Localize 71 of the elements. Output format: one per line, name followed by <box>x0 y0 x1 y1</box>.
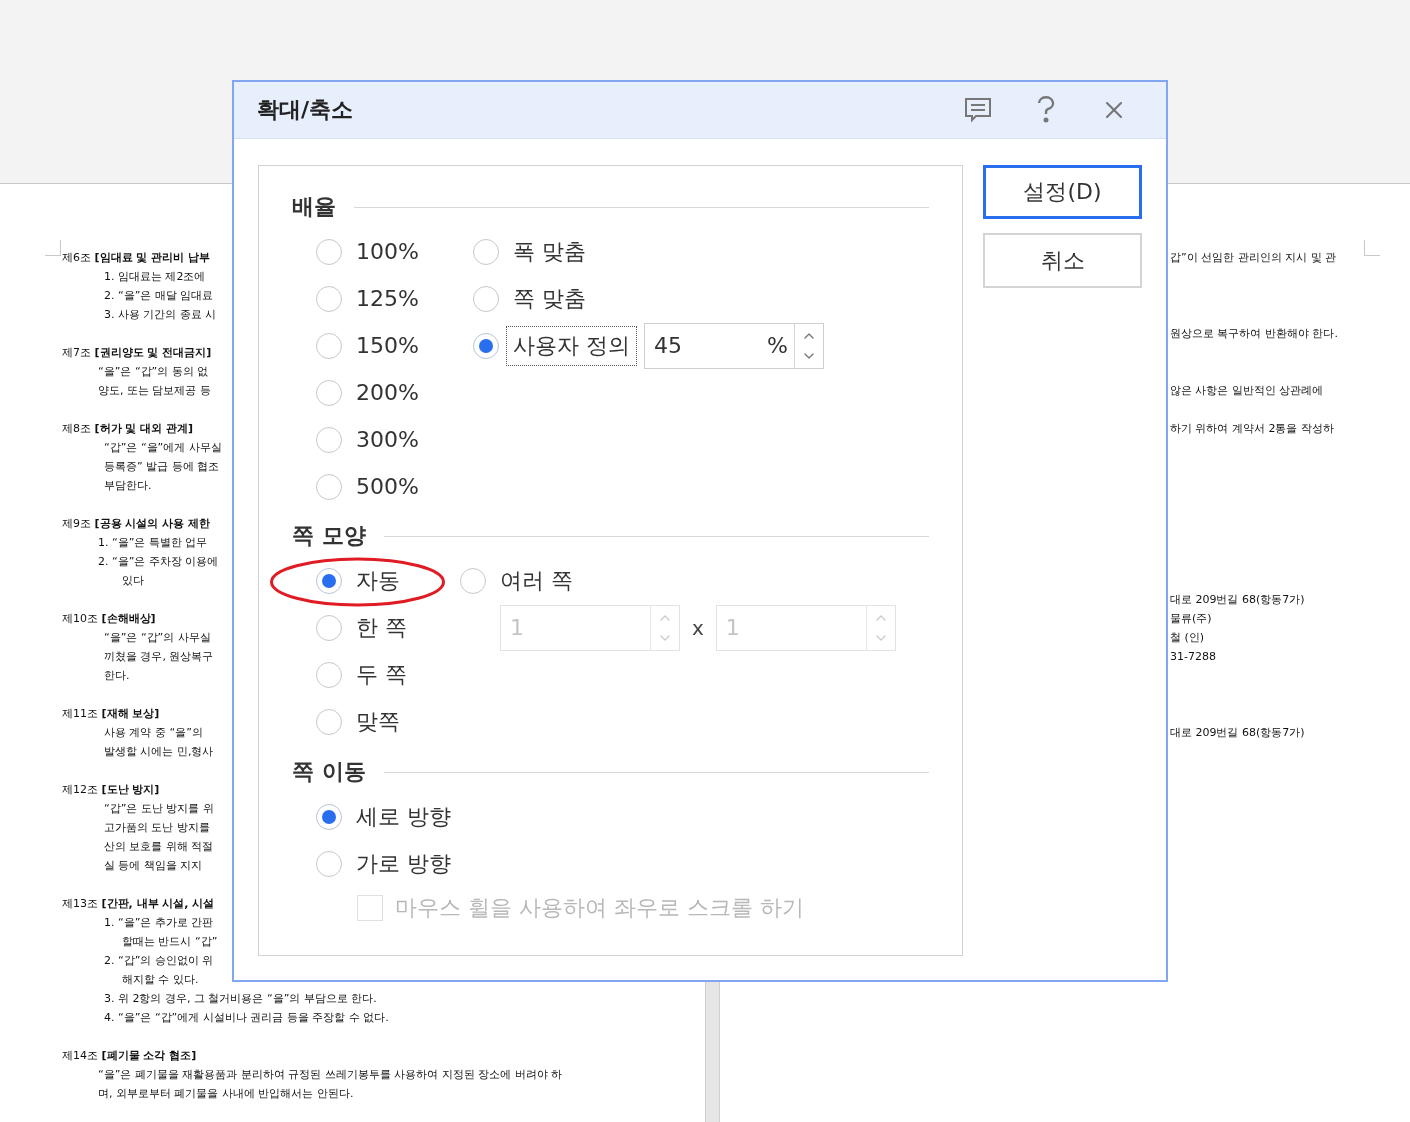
radio-option[interactable]: 500% <box>316 473 419 500</box>
checkbox-label: 마우스 휠을 사용하여 좌우로 스크롤 하기 <box>395 893 804 922</box>
article-heading: 제11조 [재해 보상] <box>62 707 160 720</box>
document-line: 2. “을”은 주차장 이용에 <box>98 555 219 568</box>
document-line: “갑”은 “을”에게 사무실 <box>104 441 222 454</box>
radio-option[interactable]: 125% <box>316 285 419 312</box>
document-line: 물류(주) <box>1170 612 1212 625</box>
document-line: 양도, 또는 담보제공 등 <box>98 384 211 397</box>
number-field[interactable]: 45 % <box>644 322 824 369</box>
document-line: “을”은 “갑”의 사무실 <box>104 631 211 644</box>
article-heading: 제10조 [손해배상] <box>62 612 156 625</box>
document-line: 1. 임대료는 제2조에 <box>104 270 206 283</box>
document-line: “을”은 폐기물을 재활용품과 분리하여 규정된 쓰레기봉투를 사용하여 지정된 장소에 버려야 하 <box>98 1068 563 1081</box>
document-line: 31-7288 <box>1170 650 1216 663</box>
document-line: 하기 위하여 계약서 2통을 작성하 <box>1170 422 1334 435</box>
document-line: “갑”은 도난 방지를 위 <box>104 802 214 815</box>
document-line: 고가품의 도난 방지를 <box>104 821 210 834</box>
radio-option[interactable]: 두 쪽 <box>316 659 407 690</box>
document-line: 등록증” 발급 등에 협조 <box>104 460 220 473</box>
document-line: 해지할 수 있다. <box>122 973 199 986</box>
document-line: 사용 계약 중 “을”의 <box>104 726 203 739</box>
article-heading: 제12조 [도난 방지] <box>62 783 160 796</box>
document-line: 산의 보호를 위해 적절 <box>104 840 214 853</box>
article-heading: 제13조 [간판, 내부 시설, 시설 <box>62 897 215 910</box>
radio-option[interactable]: 폭 맞춤 <box>473 232 592 271</box>
document-line: 며, 외부로부터 폐기물을 사내에 반입해서는 안된다. <box>98 1087 354 1100</box>
radio-option[interactable]: 300% <box>316 426 419 453</box>
document-line: 갑”이 선임한 관리인의 지시 및 관 <box>1170 251 1337 264</box>
radio-option[interactable]: 가로 방향 <box>316 848 451 879</box>
radio-option[interactable]: 쪽 맞춤 <box>473 279 592 318</box>
document-line: 철 (인) <box>1170 631 1205 644</box>
times-sign: x <box>692 615 704 640</box>
corner-mark <box>45 240 61 256</box>
document-line: 1. “을”은 추가로 간판 <box>104 916 214 929</box>
document-line: “을”은 “갑”의 동의 없 <box>98 365 209 378</box>
document-line: 3. 사용 기간의 종료 시 <box>104 308 217 321</box>
document-line: 한다. <box>104 669 130 682</box>
corner-mark <box>1364 240 1380 256</box>
radio-option[interactable]: 200% <box>316 379 419 406</box>
article-heading: 제8조 [허가 및 대외 관계] <box>62 422 194 435</box>
document-line: 않은 사항은 일반적인 상관례에 <box>1170 384 1324 397</box>
document-line: 4. “을”은 “갑”에게 시설비나 권리금 등을 주장할 수 없다. <box>104 1011 389 1024</box>
document-line: 원상으로 복구하여 반환해야 한다. <box>1170 327 1338 340</box>
document-line: 2. “갑”의 승인없이 위 <box>104 954 214 967</box>
article-heading: 제14조 [폐기물 소각 협조] <box>62 1049 197 1062</box>
document-line: 있다 <box>122 574 144 587</box>
radio-option[interactable]: 150% <box>316 332 419 359</box>
document-line: 할때는 반드시 “갑” <box>122 935 218 948</box>
article-heading: 제7조 [권리양도 및 전대금지] <box>62 346 212 359</box>
document-line: 발생할 시에는 민,형사 <box>104 745 214 758</box>
radio-option[interactable]: 한 쪽 <box>316 612 407 643</box>
dialog-title: 확대/축소 <box>257 96 355 124</box>
section-heading: 배율 <box>292 193 336 221</box>
document-line: 끼쳤을 경우, 원상복구 <box>104 650 214 663</box>
section-heading: 쪽 모양 <box>292 522 366 550</box>
ok-button[interactable]: 설정(D) <box>983 165 1142 219</box>
document-line: 부담한다. <box>104 479 152 492</box>
document-line: 1. “을”은 특별한 업무 <box>98 536 208 549</box>
document-line: 대로 209번길 68(항동7가) <box>1170 593 1305 606</box>
document-line: 2. “을”은 매달 임대료 <box>104 289 214 302</box>
document-line: 대로 209번길 68(항동7가) <box>1170 726 1305 739</box>
radio-option[interactable]: 100% <box>316 238 419 265</box>
radio-option[interactable]: 세로 방향 <box>316 801 451 832</box>
radio-option[interactable]: 사용자 정의 <box>473 326 636 365</box>
document-line: 실 등에 책임을 지지 <box>104 859 203 872</box>
article-heading: 제9조 [공용 시설의 사용 제한 <box>62 517 211 530</box>
section-heading: 쪽 이동 <box>292 758 366 786</box>
radio-option[interactable]: 맞쪽 <box>316 706 400 737</box>
article-heading: 제6조 [임대료 및 관리비 납부 <box>62 251 211 264</box>
document-line: 3. 위 2항의 경우, 그 철거비용은 “을”의 부담으로 한다. <box>104 992 377 1005</box>
cancel-button[interactable]: 취소 <box>983 233 1142 288</box>
